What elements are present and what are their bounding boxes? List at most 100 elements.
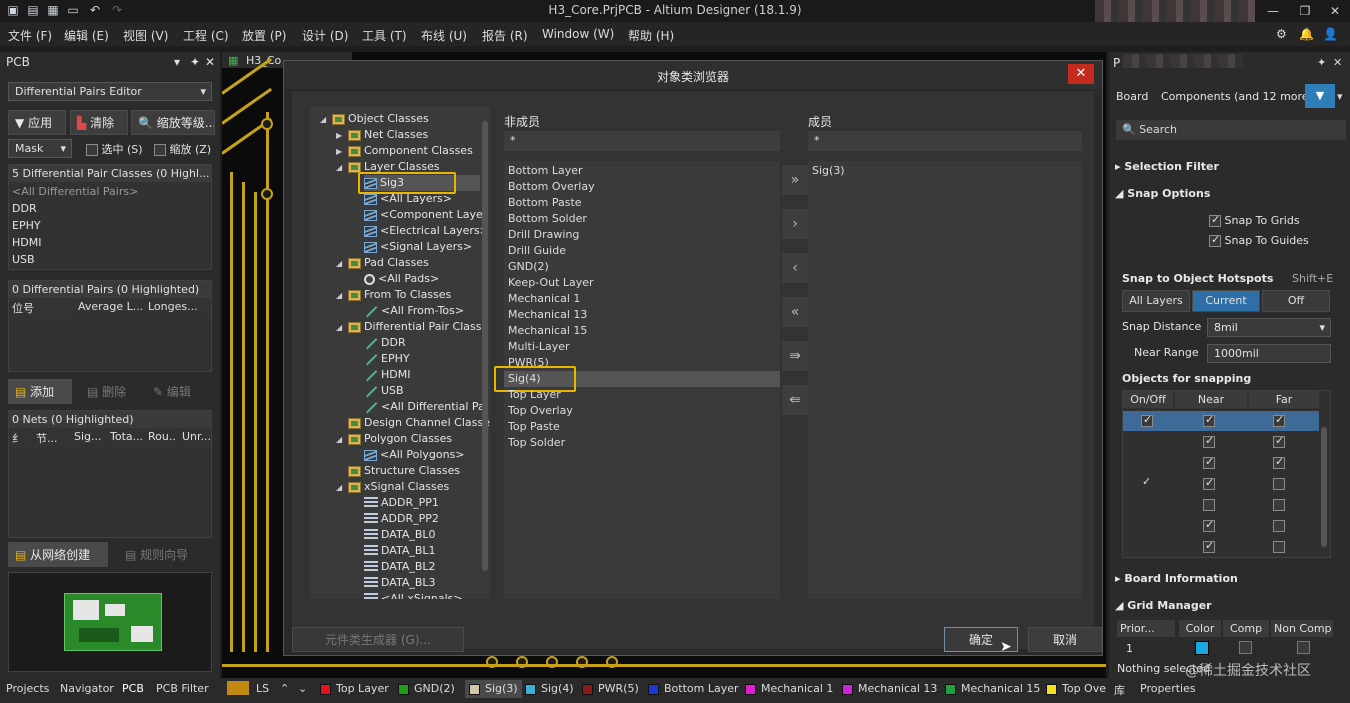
list-item[interactable]: GND(2) — [508, 259, 549, 275]
tree-item[interactable]: Net Classes — [348, 127, 428, 143]
layer-tab[interactable]: Mechanical 15 — [945, 682, 1040, 695]
checkbox[interactable] — [1273, 455, 1285, 469]
col-unrouted[interactable]: Unr... — [179, 428, 211, 445]
apply-button[interactable]: ▼ 应用 — [8, 110, 66, 135]
filter-icon[interactable]: ▼ — [1305, 84, 1335, 108]
tree-item[interactable]: <Signal Layers> — [364, 239, 472, 255]
checkbox[interactable] — [1203, 518, 1215, 532]
tree-item[interactable]: Object Classes — [332, 111, 429, 127]
create-from-nets-button[interactable]: ▤ 从网络创建 — [8, 542, 108, 567]
tree-item[interactable]: Polygon Classes — [348, 431, 452, 447]
remove-matching-button[interactable]: ⇚ — [782, 385, 808, 415]
checkbox[interactable] — [1297, 641, 1310, 654]
members-list[interactable]: Sig(3) — [808, 161, 1082, 599]
list-item[interactable]: HDMI — [12, 236, 41, 249]
mode-dropdown[interactable]: Differential Pairs Editor ▾ — [8, 82, 212, 101]
tab-library[interactable]: 库 — [1114, 682, 1125, 698]
checkbox[interactable] — [1273, 478, 1285, 490]
list-item[interactable]: Bottom Paste — [508, 195, 582, 211]
tree-expander-icon[interactable]: ◢ — [336, 483, 342, 492]
search-input[interactable]: 🔍 Search — [1116, 120, 1346, 140]
checkbox[interactable] — [86, 144, 98, 156]
layer-set-swatch[interactable] — [227, 681, 249, 695]
tree-expander-icon[interactable]: ◢ — [336, 323, 342, 332]
tree-item[interactable]: Pad Classes — [348, 255, 429, 271]
rule-wizard-button[interactable]: ▤ 规则向导 — [118, 542, 210, 567]
list-item[interactable]: Drill Guide — [508, 243, 566, 259]
checkbox[interactable] — [1203, 476, 1215, 490]
table-scrollbar[interactable] — [1321, 427, 1327, 547]
list-item[interactable]: Top Layer — [508, 387, 561, 403]
checkbox[interactable] — [1273, 413, 1285, 427]
remove-selected-button[interactable]: ‹ — [782, 253, 808, 283]
checkbox[interactable] — [1141, 475, 1153, 490]
menu-tools[interactable]: 工具 (T) — [362, 27, 407, 44]
settings-icon[interactable]: ⚙ — [1276, 27, 1287, 41]
tab-projects[interactable]: Projects — [6, 682, 49, 695]
user-icon[interactable]: 👤 — [1323, 27, 1338, 41]
tree-expander-icon[interactable]: ◢ — [336, 163, 342, 172]
list-item[interactable]: Bottom Layer — [508, 163, 583, 179]
layer-tab[interactable]: Top Layer — [320, 682, 389, 695]
checkbox[interactable] — [1203, 499, 1215, 511]
tab-pcb-filter[interactable]: PCB Filter — [156, 682, 209, 695]
tree-item[interactable]: DATA_BL3 — [364, 575, 436, 591]
list-item[interactable]: Top Overlay — [508, 403, 573, 419]
tree-item[interactable]: <All From-Tos> — [364, 303, 464, 319]
list-item[interactable]: Top Paste — [508, 419, 560, 435]
list-item[interactable]: Drill Drawing — [508, 227, 579, 243]
menu-reports[interactable]: 报告 (R) — [482, 27, 528, 44]
list-item[interactable]: Sig(3) — [812, 163, 845, 179]
grid-manager-header[interactable]: ◢ Grid Manager — [1115, 599, 1212, 612]
add-matching-button[interactable]: ⇛ — [782, 341, 808, 371]
tree-item[interactable]: DATA_BL2 — [364, 559, 436, 575]
menu-help[interactable]: 帮助 (H) — [628, 27, 674, 44]
select-checkbox[interactable]: 选中 (S) — [86, 141, 143, 157]
clear-button[interactable]: ▙ 清除 — [70, 110, 128, 135]
tab-pcb[interactable]: PCB — [122, 682, 144, 695]
tree-item[interactable]: <All xSignals> — [364, 591, 463, 599]
list-item[interactable]: Multi-Layer — [508, 339, 570, 355]
checkbox[interactable] — [154, 144, 166, 156]
tab-navigator[interactable]: Navigator — [60, 682, 114, 695]
checkbox[interactable] — [1209, 233, 1221, 247]
layer-tab[interactable]: Sig(3) — [465, 680, 522, 698]
checkbox[interactable] — [1273, 434, 1285, 448]
tree-item[interactable]: Differential Pair Classe — [348, 319, 488, 335]
list-item[interactable]: USB — [12, 253, 35, 266]
col-designator[interactable]: 位号 — [9, 298, 73, 318]
list-item[interactable]: Bottom Solder — [508, 211, 587, 227]
close-icon[interactable]: ✕ — [1320, 2, 1350, 20]
off-toggle[interactable]: Off — [1262, 290, 1330, 312]
tree-expander-icon[interactable]: ◢ — [336, 435, 342, 444]
col-node[interactable]: 节... — [33, 428, 69, 448]
col-total[interactable]: Tota... — [107, 428, 143, 445]
col-average-length[interactable]: Average L... — [75, 298, 143, 315]
list-item[interactable]: Mechanical 15 — [508, 323, 587, 339]
menu-file[interactable]: 文件 (F) — [8, 27, 52, 44]
selection-filter-header[interactable]: ▸ Selection Filter — [1115, 160, 1219, 173]
layer-tab[interactable]: Mechanical 13 — [842, 682, 937, 695]
tree-item[interactable]: <All Pads> — [364, 271, 439, 287]
list-item[interactable]: Top Solder — [508, 435, 565, 451]
snap-to-grids[interactable]: Snap To Grids — [1209, 213, 1300, 227]
class-tree[interactable]: ◢ Object Classes ▶ Net Classes ▶ Component Cl… — [310, 107, 490, 599]
menu-route[interactable]: 布线 (U) — [421, 27, 467, 44]
checkbox[interactable] — [1203, 539, 1215, 553]
mask-dropdown[interactable]: Mask ▾ — [8, 139, 72, 158]
tree-item[interactable]: HDMI — [364, 367, 410, 383]
chevron-down-icon[interactable]: ⌄ — [298, 682, 307, 695]
snap-distance-dropdown[interactable]: 8mil ▾ — [1207, 318, 1331, 337]
list-item[interactable]: DDR — [12, 202, 37, 215]
menu-place[interactable]: 放置 (P) — [242, 27, 286, 44]
snap-options-header[interactable]: ◢ Snap Options — [1115, 187, 1210, 200]
remove-all-button[interactable]: « — [782, 297, 808, 327]
current-layer-toggle[interactable]: Current Layer — [1192, 290, 1260, 312]
cancel-button[interactable]: 取消 — [1028, 627, 1102, 652]
tree-scrollbar[interactable] — [482, 121, 488, 571]
col-longest[interactable]: Longes... — [145, 298, 211, 315]
list-item[interactable]: Bottom Overlay — [508, 179, 595, 195]
tree-item[interactable]: From To Classes — [348, 287, 451, 303]
zoom-checkbox[interactable]: 缩放 (Z) — [154, 141, 211, 157]
tree-item[interactable]: Design Channel Classe — [348, 415, 490, 431]
